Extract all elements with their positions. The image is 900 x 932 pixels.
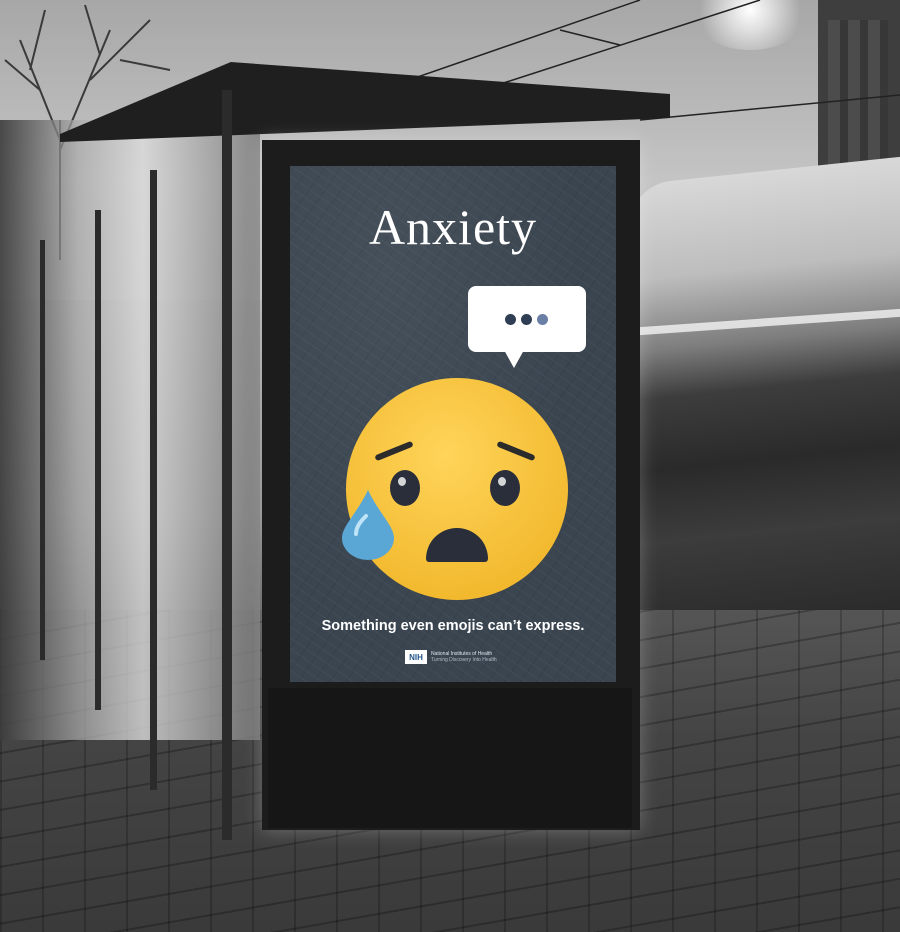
sad-tear-emoji-icon: [346, 378, 568, 600]
speech-bubble-tail: [504, 350, 524, 368]
shelter-post: [222, 90, 232, 840]
left-eye: [390, 470, 420, 506]
right-eyebrow: [496, 440, 536, 462]
anxiety-poster: Anxiety Something even emojis can’t expr…: [290, 166, 616, 682]
shelter-post: [150, 170, 157, 790]
nih-motto: Turning Discovery Into Health: [431, 657, 497, 663]
typing-dot: [537, 314, 548, 325]
right-eye: [490, 470, 520, 506]
nih-logo-text: National Institutes of Health Turning Di…: [431, 651, 497, 663]
typing-dot: [521, 314, 532, 325]
shelter-post: [40, 240, 45, 660]
poster-tagline: Something even emojis can’t express.: [321, 618, 585, 634]
tear-drop-icon: [342, 490, 394, 560]
frown-mouth: [426, 528, 488, 562]
typing-dot: [505, 314, 516, 325]
nih-logo: NIH National Institutes of Health Turnin…: [405, 650, 497, 664]
kiosk-base: [268, 688, 632, 828]
tram: [630, 154, 900, 666]
bus-stop-scene: Anxiety Something even emojis can’t expr…: [0, 0, 900, 932]
shelter-post: [95, 210, 101, 710]
left-eyebrow: [374, 440, 414, 462]
poster-title: Anxiety: [368, 199, 538, 255]
nih-logo-mark: NIH: [405, 650, 427, 664]
shelter-glass: [0, 120, 260, 740]
